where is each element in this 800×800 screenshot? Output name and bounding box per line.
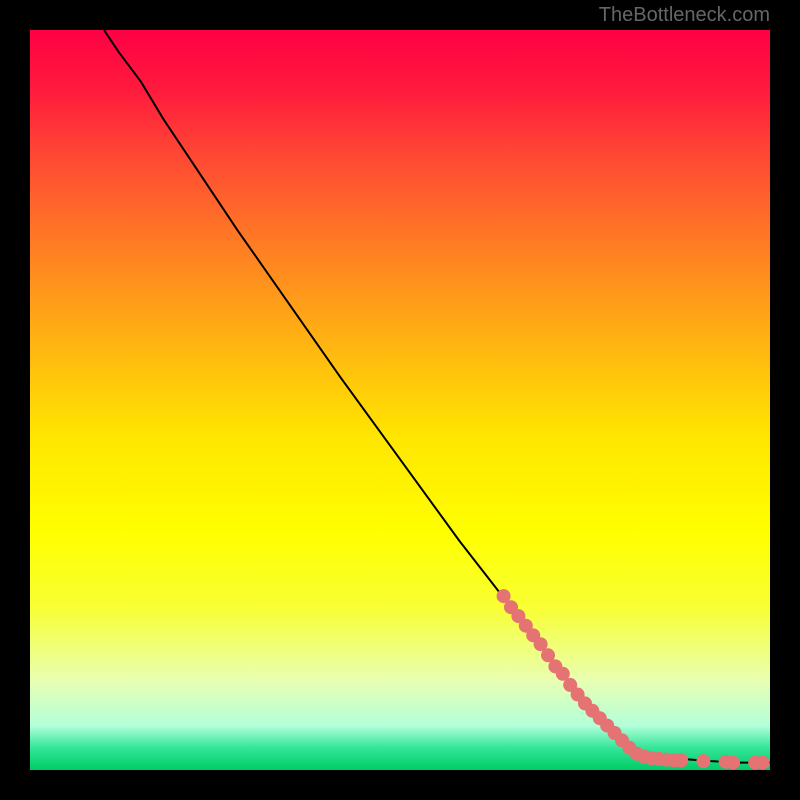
chart-svg (30, 30, 770, 770)
watermark-text: TheBottleneck.com (599, 4, 770, 27)
chart-line (104, 30, 770, 763)
chart-area (30, 30, 770, 770)
chart-scatter-dots (497, 589, 770, 770)
